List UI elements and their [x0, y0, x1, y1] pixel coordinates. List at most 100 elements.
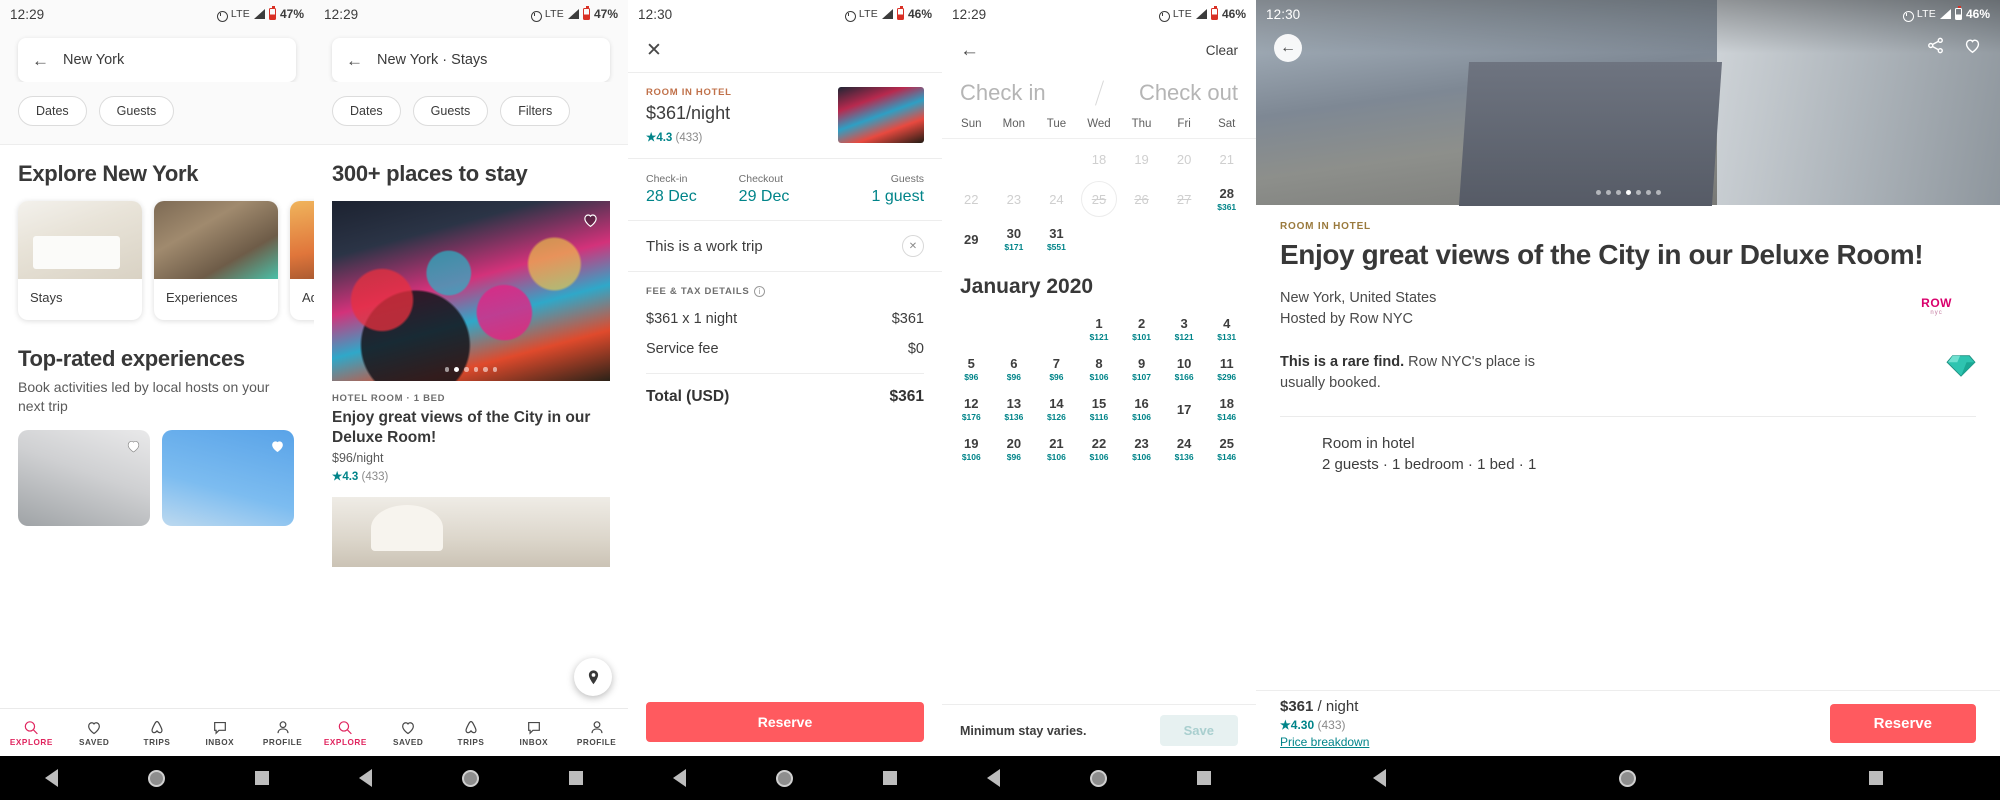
close-icon[interactable]: ✕	[902, 235, 924, 257]
back-triangle-icon[interactable]	[45, 769, 58, 787]
heart-icon[interactable]	[581, 211, 600, 229]
calendar-day[interactable]: 22 $106	[1078, 429, 1121, 469]
category-card-experiences[interactable]: Experiences	[154, 201, 278, 320]
calendar-day[interactable]: 14 $126	[1035, 389, 1078, 429]
checkout-placeholder[interactable]: Check out	[1104, 80, 1238, 106]
status-bar: 12:29 LTE 46%	[942, 0, 1256, 28]
panel-search-results: 12:29 LTE 47% ← New York · Stays Dates G…	[314, 0, 628, 800]
chip-guests[interactable]: Guests	[412, 96, 489, 126]
category-card-stays[interactable]: Stays	[18, 201, 142, 320]
calendar-day[interactable]: 19 $106	[950, 429, 993, 469]
back-triangle-icon[interactable]	[1372, 769, 1386, 787]
share-icon[interactable]	[1926, 36, 1945, 60]
heart-icon[interactable]	[125, 438, 142, 454]
price-breakdown-link[interactable]: Price breakdown	[1280, 735, 1369, 749]
calendar-day[interactable]: 4 $131	[1205, 309, 1248, 349]
arrow-left-icon[interactable]: ←	[346, 52, 363, 69]
calendar-day[interactable]: 15 $116	[1078, 389, 1121, 429]
chip-dates[interactable]: Dates	[18, 96, 87, 126]
calendar-day[interactable]: 8 $106	[1078, 349, 1121, 389]
arrow-left-icon[interactable]: ←	[960, 41, 979, 60]
calendar-day[interactable]: 6 $96	[993, 349, 1036, 389]
nav-inbox[interactable]: INBOX	[188, 709, 251, 756]
recents-square-icon[interactable]	[883, 771, 897, 785]
heart-icon[interactable]	[269, 438, 286, 454]
calendar-day[interactable]: 25 $146	[1205, 429, 1248, 469]
experience-card[interactable]	[18, 429, 150, 526]
checkout-field[interactable]: Checkout 29 Dec	[739, 173, 832, 206]
chip-dates[interactable]: Dates	[332, 96, 401, 126]
calendar-day[interactable]: 31 $551	[1035, 219, 1078, 259]
fee-value: $0	[907, 341, 924, 357]
fee-value: $361	[891, 311, 924, 327]
nav-explore[interactable]: EXPLORE	[0, 709, 63, 756]
calendar-day[interactable]: 24 $136	[1163, 429, 1206, 469]
calendar-day[interactable]: 11 $296	[1205, 349, 1248, 389]
save-button[interactable]: Save	[1159, 715, 1238, 746]
experience-card[interactable]	[162, 429, 294, 526]
calendar-day[interactable]: 29	[950, 219, 993, 259]
calendar-day[interactable]: 7 $96	[1035, 349, 1078, 389]
arrow-left-icon[interactable]: ←	[1274, 34, 1302, 62]
recents-square-icon[interactable]	[1197, 771, 1211, 785]
back-triangle-icon[interactable]	[359, 769, 372, 787]
calendar-day[interactable]: 30 $171	[993, 219, 1036, 259]
search-input[interactable]: ← New York	[18, 38, 296, 82]
reserve-button[interactable]: Reserve	[1829, 704, 1976, 743]
guests-field[interactable]: Guests 1 guest	[831, 173, 924, 206]
home-circle-icon[interactable]	[148, 769, 165, 787]
listing-photo[interactable]	[332, 201, 610, 381]
checkin-placeholder[interactable]: Check in	[960, 80, 1095, 106]
calendar-day[interactable]: 3 $121	[1163, 309, 1206, 349]
recents-square-icon[interactable]	[569, 771, 583, 785]
home-circle-icon[interactable]	[462, 769, 479, 787]
map-button[interactable]	[574, 658, 612, 696]
calendar-day[interactable]: 12 $176	[950, 389, 993, 429]
calendar-day[interactable]: 13 $136	[993, 389, 1036, 429]
calendar-day[interactable]: 28 $361	[1205, 179, 1248, 219]
recents-square-icon[interactable]	[1869, 771, 1884, 785]
heart-icon[interactable]	[1963, 36, 1982, 60]
nav-saved[interactable]: SAVED	[63, 709, 126, 756]
reserve-button[interactable]: Reserve	[646, 702, 924, 742]
calendar-day[interactable]: 23 $106	[1120, 429, 1163, 469]
nav-saved[interactable]: SAVED	[377, 709, 440, 756]
calendar-day[interactable]: 16 $106	[1120, 389, 1163, 429]
results-heading: 300+ places to stay	[332, 161, 528, 186]
category-card-adventures[interactable]: Adventures	[290, 201, 314, 320]
calendar-day: 21	[1205, 139, 1248, 179]
calendar-day[interactable]: 1 $121	[1078, 309, 1121, 349]
chip-filters[interactable]: Filters	[500, 96, 571, 126]
nav-profile[interactable]: PROFILE	[565, 709, 628, 756]
clear-button[interactable]: Clear	[1206, 43, 1238, 58]
nav-trips[interactable]: TRIPS	[126, 709, 189, 756]
calendar-day[interactable]: 9 $107	[1120, 349, 1163, 389]
home-circle-icon[interactable]	[1618, 769, 1636, 787]
nav-profile[interactable]: PROFILE	[251, 709, 314, 756]
calendar-day[interactable]: 21 $106	[1035, 429, 1078, 469]
listing-photo-next[interactable]	[332, 496, 610, 567]
calendar-day[interactable]: 10 $166	[1163, 349, 1206, 389]
recents-square-icon[interactable]	[255, 771, 269, 785]
battery-icon	[268, 6, 276, 20]
calendar-day[interactable]: 2 $101	[1120, 309, 1163, 349]
back-triangle-icon[interactable]	[987, 769, 1000, 787]
chip-guests[interactable]: Guests	[98, 96, 175, 126]
calendar-day[interactable]: 5 $96	[950, 349, 993, 389]
back-triangle-icon[interactable]	[673, 769, 686, 787]
nav-explore[interactable]: EXPLORE	[314, 709, 377, 756]
arrow-left-icon[interactable]: ←	[32, 52, 49, 69]
calendar-day[interactable]: 17	[1163, 389, 1206, 429]
field-label: Guests	[890, 173, 925, 185]
checkin-field[interactable]: Check-in 28 Dec	[646, 173, 739, 206]
home-circle-icon[interactable]	[776, 769, 793, 787]
close-icon[interactable]: ✕	[646, 41, 662, 60]
info-icon[interactable]: i	[754, 286, 766, 297]
search-input[interactable]: ← New York · Stays	[332, 38, 610, 82]
listing-meta[interactable]: HOTEL ROOM · 1 BED Enjoy great views of …	[314, 381, 628, 483]
calendar-day[interactable]: 20 $96	[993, 429, 1036, 469]
home-circle-icon[interactable]	[1090, 769, 1107, 787]
nav-inbox[interactable]: INBOX	[502, 709, 565, 756]
calendar-day[interactable]: 18 $146	[1205, 389, 1248, 429]
nav-trips[interactable]: TRIPS	[440, 709, 503, 756]
